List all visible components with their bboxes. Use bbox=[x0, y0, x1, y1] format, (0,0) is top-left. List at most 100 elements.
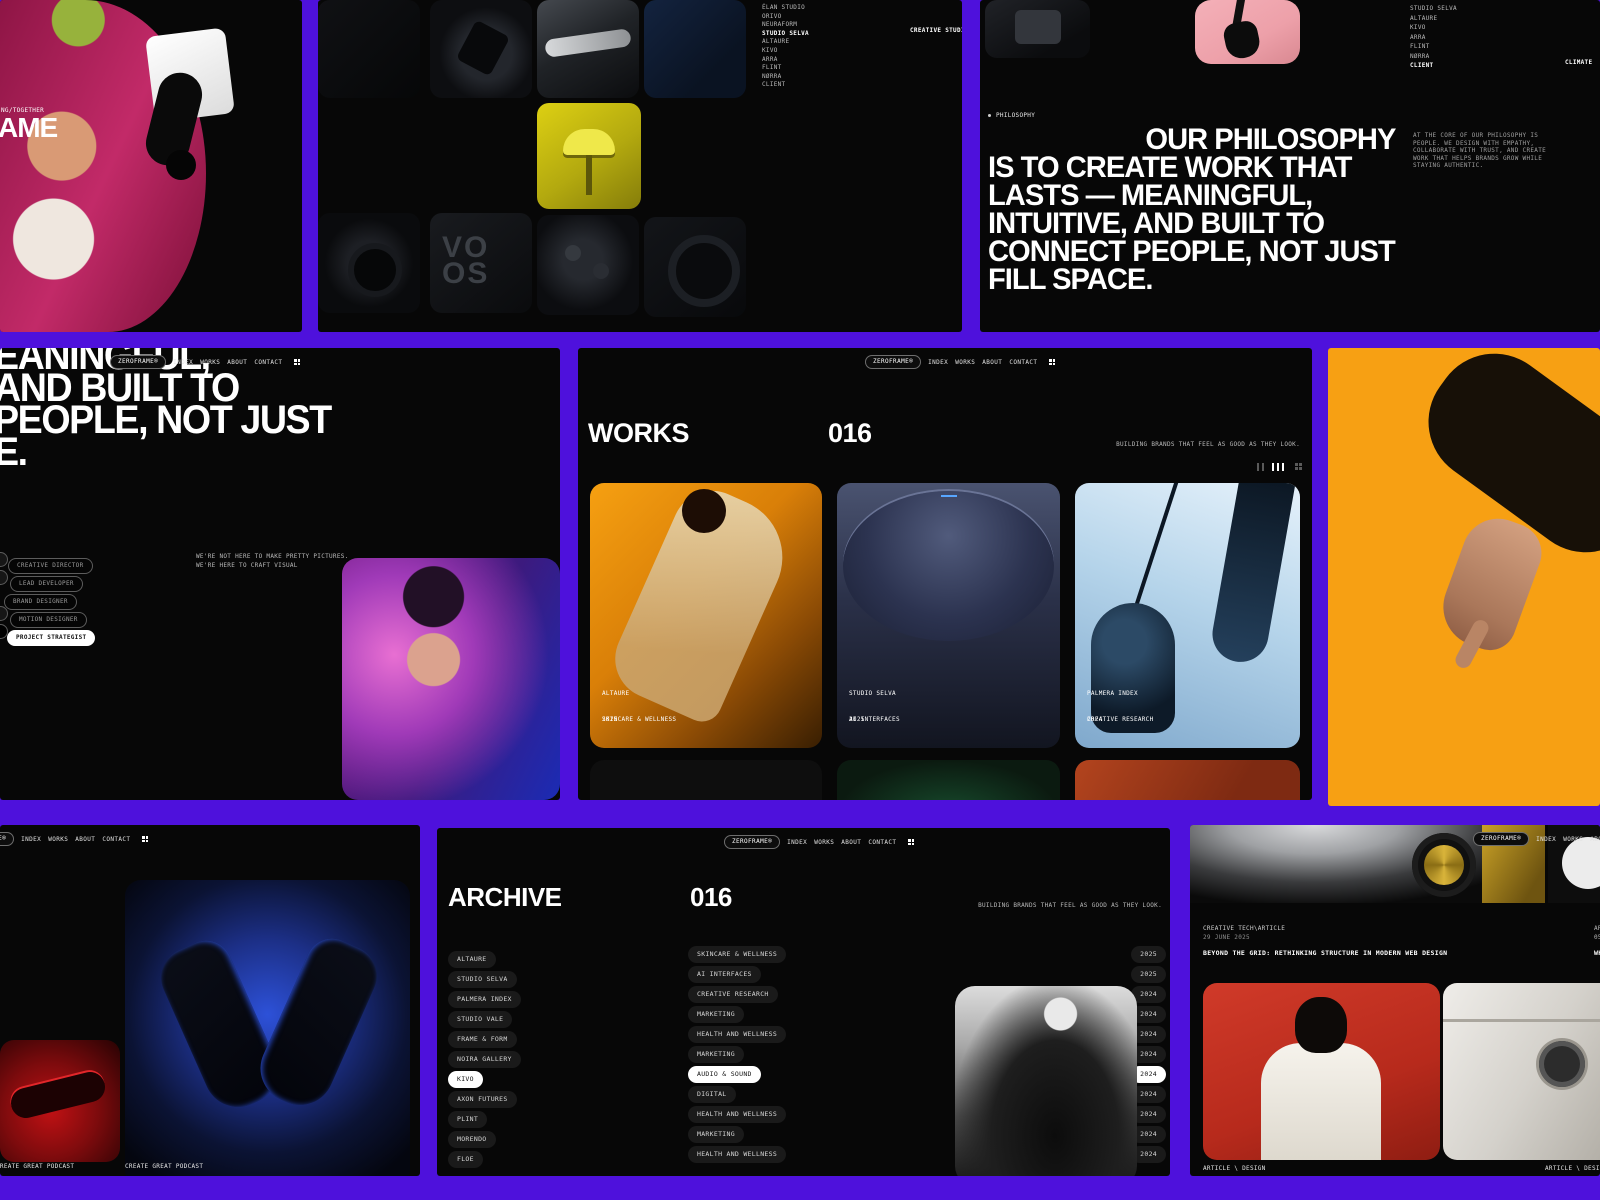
headphones-tile-image bbox=[1195, 0, 1300, 64]
client-item[interactable]: ARRA bbox=[762, 56, 809, 65]
client-item[interactable]: CLIENT bbox=[762, 81, 809, 90]
client-item[interactable]: ARRA bbox=[1410, 33, 1457, 43]
row-category[interactable]: HEALTH AND WELLNESS bbox=[688, 1146, 786, 1163]
client-item[interactable]: KIVO bbox=[762, 47, 809, 56]
client-item-active[interactable]: CLIENT bbox=[1410, 61, 1457, 71]
grid-menu-icon[interactable] bbox=[294, 359, 300, 365]
nav-index[interactable]: INDEX bbox=[1536, 836, 1556, 843]
about-quote: WE'RE NOT HERE TO MAKE PRETTY PICTURES. … bbox=[196, 553, 349, 570]
client-item[interactable]: ORIVO bbox=[762, 13, 809, 22]
nav-contact[interactable]: CONTACT bbox=[1009, 359, 1037, 366]
view-toggle-3col-active[interactable] bbox=[1272, 463, 1284, 471]
nav-about[interactable]: ABOUT bbox=[227, 359, 247, 366]
nav-works[interactable]: WORKS bbox=[48, 836, 68, 843]
brand-logo[interactable]: ZEROFRAME® bbox=[1473, 832, 1529, 846]
nav-works[interactable]: WORKS bbox=[814, 839, 834, 846]
head-shape bbox=[682, 489, 726, 533]
row-category[interactable]: HEALTH AND WELLNESS bbox=[688, 1106, 786, 1123]
client-item[interactable]: NØRRA bbox=[762, 73, 809, 82]
panel-orange-hand bbox=[1328, 348, 1600, 806]
brand-logo[interactable]: ZEROFRAME® bbox=[865, 355, 921, 369]
nav-about[interactable]: ABOUT bbox=[841, 839, 861, 846]
row-category[interactable]: AUDIO & SOUND bbox=[688, 1066, 761, 1083]
grid-menu-icon[interactable] bbox=[1049, 359, 1055, 365]
client-item[interactable]: STUDIO SELVA bbox=[1410, 4, 1457, 14]
site-nav-partial: ZEROFRAME® INDEX WORKS ABOUT CONTACT bbox=[0, 832, 148, 846]
row-category[interactable]: DIGITAL bbox=[688, 1086, 736, 1103]
row-category[interactable]: MARKETING bbox=[688, 1046, 744, 1063]
work-card[interactable]: PALMERA INDEX CREATIVE RESEARCH 2024 bbox=[1075, 483, 1300, 748]
panel-archive: ZEROFRAME® INDEX WORKS ABOUT CONTACT ARC… bbox=[437, 828, 1170, 1176]
client-item[interactable]: KIVO bbox=[1410, 23, 1457, 33]
brand-logo[interactable]: ZEROFRAME® bbox=[110, 355, 166, 369]
shirt-shape bbox=[1261, 1043, 1381, 1160]
card-year: 2025 bbox=[849, 716, 865, 723]
article-headline[interactable]: BEYOND THE GRID: RETHINKING STRUCTURE IN… bbox=[1203, 949, 1447, 957]
brand-logo[interactable]: ZEROFRAME® bbox=[724, 835, 780, 849]
view-toggle-2col[interactable] bbox=[1257, 463, 1264, 471]
nav-works[interactable]: WORKS bbox=[1563, 836, 1583, 843]
grid-menu-icon[interactable] bbox=[142, 836, 148, 842]
client-item[interactable]: NEURAFORM bbox=[762, 21, 809, 30]
work-card-partial bbox=[837, 760, 1060, 800]
card-title: ALTAURE bbox=[602, 690, 676, 699]
nav-about[interactable]: ABOUT bbox=[1590, 836, 1600, 843]
nav-index[interactable]: INDEX bbox=[928, 359, 948, 366]
seam-line bbox=[1443, 1019, 1600, 1022]
panel-philosophy: STUDIO SELVA ALTAURE KIVO ARRA FLINT NØR… bbox=[980, 0, 1600, 332]
client-item[interactable]: NØRRA bbox=[1410, 52, 1457, 62]
nav-works[interactable]: WORKS bbox=[200, 359, 220, 366]
row-year[interactable]: 2025 bbox=[1131, 966, 1166, 983]
client-item[interactable]: ÉLAN STUDIO bbox=[762, 4, 809, 13]
nav-about[interactable]: ABOUT bbox=[75, 836, 95, 843]
car-body-shape bbox=[544, 28, 632, 58]
nav-index[interactable]: INDEX bbox=[787, 839, 807, 846]
archive-row[interactable]: ALTAURE SKINCARE & WELLNESS 2025 bbox=[448, 946, 1166, 966]
quote-line: WE'RE NOT HERE TO MAKE PRETTY PICTURES. bbox=[196, 553, 349, 562]
statement-line: LASTS — MEANINGFUL, bbox=[988, 182, 1395, 210]
row-category[interactable]: MARKETING bbox=[688, 1126, 744, 1143]
head-shape bbox=[1295, 997, 1347, 1053]
statement-line: CONNECT PEOPLE, NOT JUST bbox=[988, 238, 1395, 266]
row-category[interactable]: MARKETING bbox=[688, 1006, 744, 1023]
nav-contact[interactable]: CONTACT bbox=[254, 359, 282, 366]
role-pill-active[interactable]: PROJECT STRATEGIST bbox=[7, 624, 95, 646]
article-photo-red bbox=[1203, 983, 1440, 1160]
client-item[interactable]: ALTAURE bbox=[1410, 14, 1457, 24]
product-tile-image bbox=[430, 0, 532, 98]
client-item[interactable]: FLINT bbox=[1410, 42, 1457, 52]
archive-row[interactable]: STUDIO SELVA AI INTERFACES 2025 bbox=[448, 966, 1166, 986]
nav-contact[interactable]: CONTACT bbox=[102, 836, 130, 843]
client-item[interactable]: ALTAURE bbox=[762, 38, 809, 47]
work-card[interactable]: STUDIO SELVA AI INTERFACES 2025 bbox=[837, 483, 1060, 748]
view-toggle-grid[interactable] bbox=[1295, 463, 1302, 470]
article-footer-tag: ARTICLE \ DESIGN bbox=[1203, 1165, 1266, 1172]
nav-contact[interactable]: CONTACT bbox=[868, 839, 896, 846]
row-year[interactable]: 2025 bbox=[1131, 946, 1166, 963]
row-name[interactable]: FLOE bbox=[448, 1151, 483, 1168]
client-index-list: STUDIO SELVA ALTAURE KIVO ARRA FLINT NØR… bbox=[1410, 4, 1457, 71]
card-caption: PALMERA INDEX CREATIVE RESEARCH bbox=[1087, 673, 1154, 741]
nav-works[interactable]: WORKS bbox=[955, 359, 975, 366]
row-category[interactable]: SKINCARE & WELLNESS bbox=[688, 946, 786, 963]
work-card[interactable]: ALTAURE SKINCARE & WELLNESS 2025 bbox=[590, 483, 822, 748]
nav-about[interactable]: ABOUT bbox=[982, 359, 1002, 366]
brand-logo[interactable]: ZEROFRAME® bbox=[0, 832, 14, 846]
statement-line: FILL SPACE. bbox=[988, 266, 1395, 294]
card-year: 2025 bbox=[602, 716, 618, 723]
row-category[interactable]: HEALTH AND WELLNESS bbox=[688, 1026, 786, 1043]
tile-letters: VO OS bbox=[442, 235, 522, 287]
nav-index[interactable]: INDEX bbox=[21, 836, 41, 843]
nav-index[interactable]: INDEX bbox=[173, 359, 193, 366]
row-category[interactable]: AI INTERFACES bbox=[688, 966, 761, 983]
row-category[interactable]: CREATIVE RESEARCH bbox=[688, 986, 778, 1003]
quote-line: WE'RE HERE TO CRAFT VISUAL bbox=[196, 562, 349, 571]
gold-rim-shape bbox=[1424, 845, 1464, 885]
work-card-partial bbox=[1075, 760, 1300, 800]
client-index-list: ÉLAN STUDIO ORIVO NEURAFORM STUDIO SELVA… bbox=[762, 4, 809, 90]
dial-shape bbox=[1539, 1041, 1585, 1087]
letters-tile-image: VO OS bbox=[430, 213, 532, 313]
client-item[interactable]: FLINT bbox=[762, 64, 809, 73]
grid-menu-icon[interactable] bbox=[908, 839, 914, 845]
client-item-active[interactable]: STUDIO SELVA bbox=[762, 30, 809, 39]
